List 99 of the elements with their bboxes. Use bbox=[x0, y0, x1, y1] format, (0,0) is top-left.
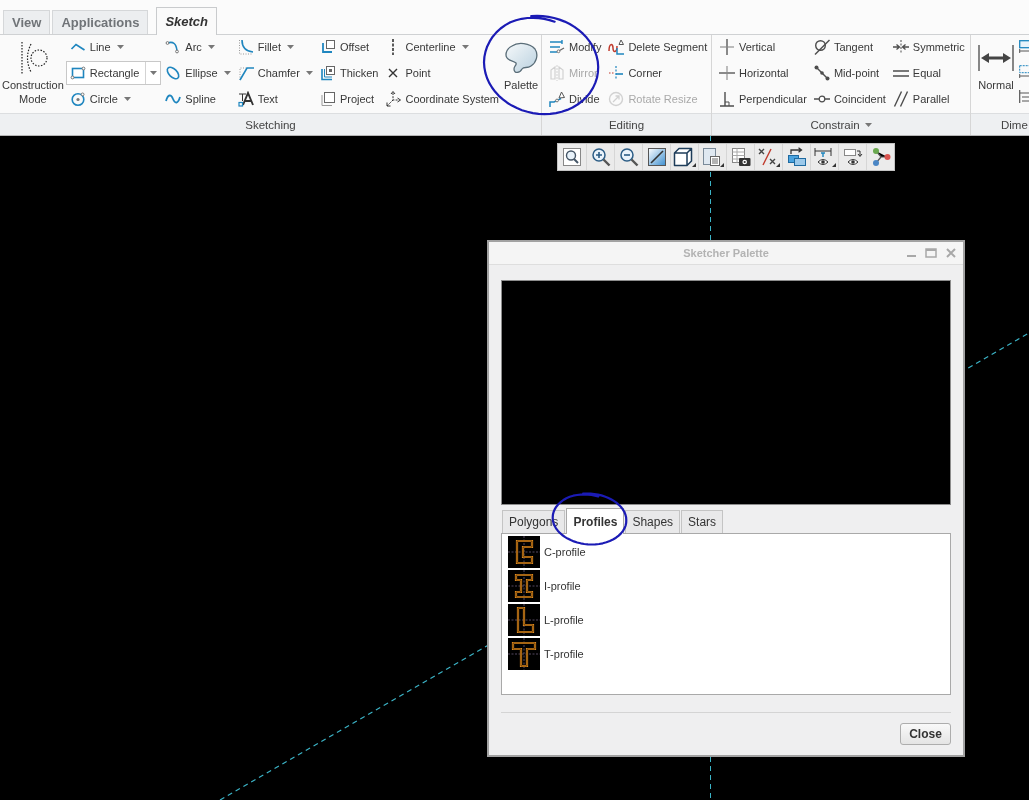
ribbon-button[interactable]: Vertical bbox=[715, 35, 779, 59]
zoom-out-icon bbox=[618, 147, 639, 167]
camera-table-icon bbox=[730, 147, 751, 167]
rectangle-icon bbox=[69, 65, 86, 81]
ribbon-button[interactable]: Symmetric bbox=[888, 35, 968, 59]
c-shape-icon bbox=[508, 536, 540, 568]
layers-arrow-icon bbox=[786, 147, 807, 167]
ellipse-icon bbox=[165, 65, 182, 81]
tag-eye-icon bbox=[842, 147, 863, 167]
double-arrow-icon bbox=[978, 45, 1014, 71]
symmetric-arrows-icon bbox=[892, 39, 909, 55]
vertical-cross-icon bbox=[719, 39, 735, 55]
group-label: Editing bbox=[608, 118, 645, 131]
ribbon-button[interactable]: Equal bbox=[888, 61, 944, 85]
sheet-icon bbox=[701, 147, 721, 167]
ribbon-button[interactable]: Arc bbox=[161, 35, 218, 59]
ribbon-large-button[interactable]: Palette bbox=[502, 35, 541, 113]
node-graph-icon bbox=[870, 147, 891, 167]
blob-icon bbox=[504, 42, 539, 74]
perpendicular-icon bbox=[719, 91, 735, 107]
ribbon-button[interactable]: Mid-point bbox=[809, 61, 883, 85]
ribbon-button[interactable]: Line bbox=[65, 35, 127, 59]
ribbon-tab[interactable]: Sketch bbox=[156, 7, 218, 35]
dialog-tab[interactable]: Profiles bbox=[566, 508, 625, 534]
ribbon-button[interactable]: Fillet bbox=[233, 35, 297, 59]
square-icon bbox=[319, 91, 336, 107]
ribbon-button[interactable]: Text bbox=[233, 87, 281, 111]
beveled-corner-icon bbox=[237, 65, 254, 81]
group-menu-button[interactable]: Constrain bbox=[808, 115, 874, 134]
ribbon-button[interactable]: Point bbox=[381, 61, 434, 85]
toolbar-button[interactable] bbox=[810, 144, 838, 170]
dialog-title: Sketcher Palette bbox=[682, 247, 770, 259]
offset-squares-icon bbox=[319, 39, 336, 55]
toolbar-button[interactable] bbox=[670, 144, 698, 170]
profile-list-item[interactable]: L-profile bbox=[508, 604, 584, 636]
ribbon-button[interactable]: Parallel bbox=[888, 87, 953, 111]
dimension-eye-icon bbox=[813, 147, 833, 167]
toolbar-button[interactable] bbox=[726, 144, 754, 170]
ribbon-button[interactable]: Rectangle bbox=[65, 61, 162, 85]
rotate-arrows-icon bbox=[608, 91, 625, 107]
ribbon-large-button[interactable]: Construction Mode bbox=[0, 35, 66, 113]
ribbon-button[interactable]: Centerline bbox=[381, 35, 472, 59]
ribbon-button[interactable]: Horizontal bbox=[715, 61, 792, 85]
magnifier-frame-icon bbox=[562, 147, 582, 167]
ribbon-button[interactable]: Spline bbox=[161, 87, 219, 111]
ribbon-button[interactable]: Circle bbox=[65, 87, 134, 111]
mirror-icon bbox=[549, 65, 565, 81]
squiggle-icon bbox=[608, 39, 625, 55]
divide-icon bbox=[549, 91, 565, 107]
profile-list-item[interactable]: I-profile bbox=[508, 570, 581, 602]
arc-icon bbox=[165, 39, 182, 55]
ribbon-large-button[interactable]: Normal bbox=[976, 35, 1016, 113]
baseline-icon[interactable] bbox=[1019, 90, 1029, 103]
coincident-icon bbox=[813, 94, 830, 104]
dimension-box-icon[interactable] bbox=[1019, 40, 1029, 53]
midpoint-line-icon bbox=[813, 65, 830, 81]
dashed-box-icon[interactable] bbox=[1019, 65, 1029, 78]
ribbon-button[interactable]: Corner bbox=[604, 61, 666, 85]
t-shape-icon bbox=[508, 638, 540, 670]
ribbon-button[interactable]: Perpendicular bbox=[715, 87, 810, 111]
ribbon-button[interactable]: Thicken bbox=[315, 61, 382, 85]
stacked-squares-icon bbox=[319, 65, 336, 81]
ribbon-button[interactable]: Coincident bbox=[809, 87, 889, 111]
group-label: Sketching bbox=[245, 118, 296, 131]
ribbon-button[interactable]: Tangent bbox=[809, 35, 877, 59]
parallel-lines-icon bbox=[892, 91, 909, 107]
dialog-button[interactable]: Close bbox=[900, 723, 951, 745]
group-label: Dime bbox=[1001, 118, 1028, 131]
equal-lines-icon bbox=[892, 69, 909, 77]
ribbon-button[interactable]: Project bbox=[315, 87, 378, 111]
circle-icon bbox=[69, 91, 86, 107]
cross-marks-icon bbox=[757, 147, 777, 167]
dashed-line-icon bbox=[391, 39, 396, 55]
axes-icon bbox=[385, 91, 402, 107]
toolbar-button[interactable] bbox=[754, 144, 782, 170]
letter-a-icon bbox=[237, 91, 254, 107]
cube-icon bbox=[673, 147, 693, 167]
x-cross-icon bbox=[388, 68, 399, 78]
ribbon-button[interactable]: Delete Segment bbox=[604, 35, 711, 59]
rounded-corner-icon bbox=[237, 39, 254, 55]
dialog-tab[interactable]: Stars bbox=[681, 510, 724, 533]
profile-list-item[interactable]: T-profile bbox=[508, 638, 584, 670]
modify-lines-icon bbox=[549, 39, 565, 55]
corner-icon bbox=[608, 65, 625, 81]
ribbon-button[interactable]: Coordinate System bbox=[381, 87, 502, 111]
profile-list-item[interactable]: C-profile bbox=[508, 536, 586, 568]
toolbar-button[interactable] bbox=[698, 144, 726, 170]
l-shape-icon bbox=[508, 604, 540, 636]
ribbon-button[interactable]: Offset bbox=[315, 35, 373, 59]
slash-square-icon bbox=[646, 147, 667, 167]
horizontal-cross-icon bbox=[719, 65, 735, 81]
ribbon-tab[interactable]: Applications bbox=[52, 10, 149, 34]
ribbon-button[interactable]: Ellipse bbox=[161, 61, 234, 85]
i-beam-icon bbox=[508, 570, 540, 602]
ribbon-button[interactable]: Chamfer bbox=[233, 61, 316, 85]
zoom-in-icon bbox=[590, 147, 611, 167]
tangent-circle-icon bbox=[813, 39, 830, 55]
ribbon-tab[interactable]: View bbox=[3, 10, 51, 34]
dialog-tab[interactable]: Shapes bbox=[625, 510, 681, 533]
